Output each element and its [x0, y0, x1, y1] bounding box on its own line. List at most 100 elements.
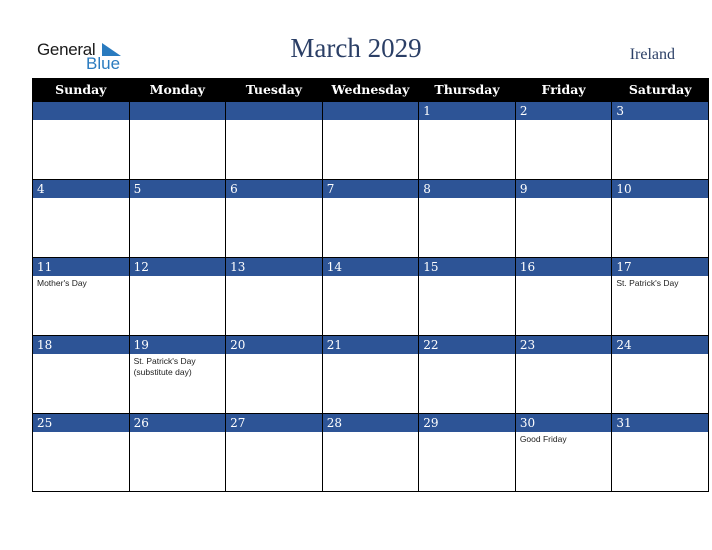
day-number — [129, 102, 226, 120]
holiday-label — [419, 198, 515, 202]
day-cell[interactable]: 18 — [32, 335, 130, 414]
holiday-label — [130, 120, 226, 124]
holiday-label — [516, 198, 612, 202]
day-number: 5 — [129, 180, 226, 198]
holiday-label — [419, 276, 515, 280]
day-number: 28 — [322, 414, 419, 432]
weekday-header-thursday: Thursday — [418, 78, 516, 102]
week-row: 4 5 6 7 8 9 10 — [32, 179, 709, 258]
day-number: 27 — [226, 414, 322, 432]
holiday-label — [130, 198, 226, 202]
day-cell[interactable]: 23 — [514, 335, 613, 414]
day-cell[interactable]: 30 Good Friday — [514, 413, 613, 492]
day-cell[interactable]: 14 — [321, 257, 420, 336]
day-number: 15 — [419, 258, 515, 276]
week-row: 25 26 27 28 29 30 Good Friday 31 — [32, 413, 709, 492]
day-number: 25 — [33, 414, 129, 432]
holiday-label — [612, 120, 708, 124]
day-cell[interactable]: 28 — [321, 413, 420, 492]
day-number: 18 — [33, 336, 129, 354]
holiday-label — [323, 276, 419, 280]
day-cell[interactable]: 6 — [225, 179, 323, 258]
day-cell[interactable]: 12 — [128, 257, 227, 336]
holiday-label: St. Patrick's Day (substitute day) — [133, 356, 196, 377]
day-cell[interactable]: 24 — [611, 335, 709, 414]
day-number: 22 — [419, 336, 515, 354]
weekday-header-wednesday: Wednesday — [321, 78, 420, 102]
holiday-label — [130, 276, 226, 280]
weekday-header-sunday: Sunday — [32, 78, 130, 102]
day-number: 26 — [129, 414, 226, 432]
holiday-label — [516, 276, 612, 280]
day-cell[interactable]: 22 — [418, 335, 516, 414]
day-number: 6 — [226, 180, 322, 198]
day-number: 12 — [129, 258, 226, 276]
day-number: 30 — [515, 414, 612, 432]
day-cell[interactable]: 26 — [128, 413, 227, 492]
holiday-label — [33, 432, 129, 436]
day-cell[interactable] — [32, 101, 130, 180]
holiday-label — [323, 198, 419, 202]
day-cell[interactable]: 20 — [225, 335, 323, 414]
day-cell[interactable]: 9 — [514, 179, 613, 258]
day-cell[interactable]: 21 — [321, 335, 420, 414]
day-cell[interactable]: 7 — [321, 179, 420, 258]
day-number: 13 — [226, 258, 322, 276]
holiday-label — [226, 120, 322, 124]
day-cell[interactable]: 13 — [225, 257, 323, 336]
day-cell[interactable]: 25 — [32, 413, 130, 492]
weekday-header-saturday: Saturday — [611, 78, 709, 102]
day-number: 9 — [515, 180, 612, 198]
day-number: 23 — [515, 336, 612, 354]
day-cell[interactable] — [225, 101, 323, 180]
day-number: 14 — [322, 258, 419, 276]
week-row: 123 — [32, 101, 709, 180]
day-cell[interactable] — [321, 101, 420, 180]
day-cell[interactable]: 10 — [611, 179, 709, 258]
day-number: 19 — [129, 336, 226, 354]
weekday-header-tuesday: Tuesday — [225, 78, 323, 102]
day-number: 24 — [612, 336, 708, 354]
holiday-label — [33, 120, 129, 124]
holiday-label — [516, 120, 612, 124]
day-number: 16 — [515, 258, 612, 276]
day-cell[interactable]: 27 — [225, 413, 323, 492]
day-cell[interactable]: 16 — [514, 257, 613, 336]
day-cell[interactable]: 17 St. Patrick's Day — [611, 257, 709, 336]
holiday-label — [419, 354, 515, 358]
day-cell[interactable]: 15 — [418, 257, 516, 336]
week-row: 11 Mother's Day 12 13 14 15 16 17 St. Patrick's … — [32, 257, 709, 336]
holiday-label — [612, 198, 708, 202]
day-number — [322, 102, 419, 120]
holiday-label — [226, 198, 322, 202]
holiday-label — [323, 120, 419, 124]
day-cell[interactable]: 5 — [128, 179, 227, 258]
holiday-label — [33, 354, 129, 358]
day-cell[interactable]: 31 — [611, 413, 709, 492]
page-title: March 2029 — [290, 33, 422, 63]
holiday-label — [612, 354, 708, 358]
day-cell[interactable]: 29 — [418, 413, 516, 492]
day-number: 8 — [419, 180, 515, 198]
day-number: 31 — [612, 414, 708, 432]
day-cell[interactable] — [128, 101, 227, 180]
day-cell[interactable]: 8 — [418, 179, 516, 258]
day-number: 21 — [322, 336, 419, 354]
holiday-label — [226, 432, 322, 436]
day-cell[interactable]: 1 — [418, 101, 516, 180]
holiday-label — [323, 354, 419, 358]
country-label: Ireland — [629, 46, 675, 63]
day-number: 4 — [33, 180, 129, 198]
day-cell[interactable]: 4 — [32, 179, 130, 258]
day-number: 3 — [612, 102, 708, 120]
day-cell[interactable]: 11 Mother's Day — [32, 257, 130, 336]
holiday-label — [226, 276, 322, 280]
day-number — [33, 102, 129, 120]
day-number: 29 — [419, 414, 515, 432]
day-number: 11 — [33, 258, 129, 276]
holiday-label — [33, 198, 129, 202]
day-cell[interactable]: 19 St. Patrick's Day (substitute day) — [128, 335, 227, 414]
weekday-header-row: Sunday Monday Tuesday Wednesday Thursday Frid… — [32, 78, 709, 102]
day-cell[interactable]: 3 — [611, 101, 709, 180]
day-cell[interactable]: 2 — [514, 101, 613, 180]
